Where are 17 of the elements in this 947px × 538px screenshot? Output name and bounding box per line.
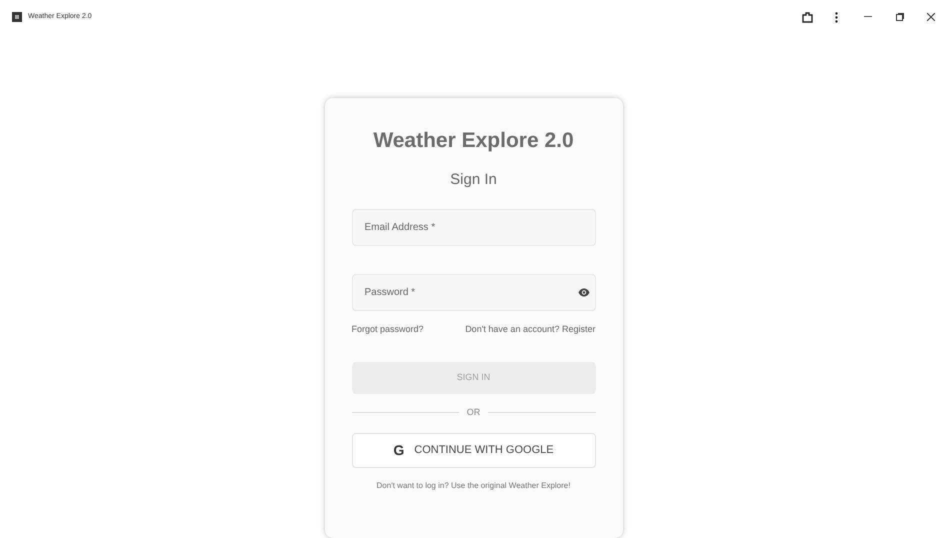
google-button[interactable]: G CONTINUE WITH GOOGLE <box>352 433 596 468</box>
app-icon <box>12 12 22 22</box>
more-icon[interactable] <box>835 12 838 22</box>
minimize-icon[interactable] <box>864 16 872 18</box>
email-field[interactable]: Email Address * <box>352 209 596 246</box>
register-link[interactable]: Don't have an account? Register <box>465 323 596 336</box>
sign-in-heading: Sign In <box>450 170 497 190</box>
extension-icon[interactable] <box>802 12 813 22</box>
google-icon: G <box>393 440 404 461</box>
show-password-icon[interactable] <box>578 288 590 297</box>
original-app-link[interactable]: Don't want to log in? Use the original Weather Explore! <box>376 480 570 492</box>
password-field[interactable]: Password * <box>352 274 596 311</box>
restore-icon[interactable] <box>896 13 904 21</box>
close-icon[interactable] <box>927 13 935 21</box>
divider-label: OR <box>466 406 480 418</box>
forgot-password-link[interactable]: Forgot password? <box>352 323 424 336</box>
app-title: Weather Explore 2.0 <box>373 128 574 154</box>
